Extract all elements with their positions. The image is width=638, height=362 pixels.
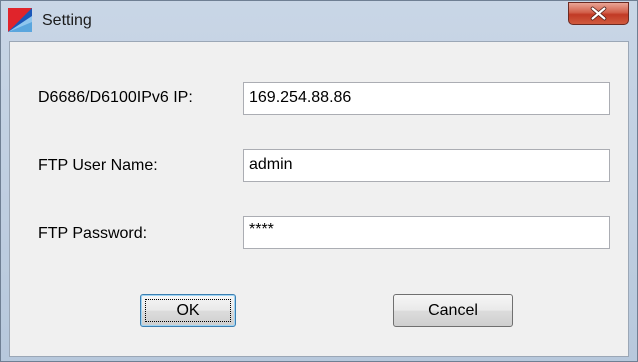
ftp-username-input[interactable]: admin	[243, 149, 610, 182]
close-icon	[590, 6, 607, 21]
cancel-button[interactable]: Cancel	[393, 294, 513, 327]
title-bar[interactable]: Setting	[1, 1, 637, 41]
ftp-password-label: FTP Password:	[38, 225, 148, 242]
window-title: Setting	[42, 12, 92, 29]
cancel-button-label: Cancel	[428, 302, 478, 319]
ip-address-label: D6686/D6100IPv6 IP:	[38, 89, 193, 106]
ip-address-input[interactable]: 169.254.88.86	[243, 82, 610, 115]
app-logo-icon	[8, 8, 32, 32]
close-button[interactable]	[568, 2, 629, 25]
ftp-password-input[interactable]: ****	[243, 216, 610, 249]
setting-dialog-window: Setting D6686/D6100IPv6 IP: 169.254.88.8…	[0, 0, 638, 362]
ftp-username-label: FTP User Name:	[38, 157, 158, 174]
focus-indicator	[145, 299, 231, 322]
ok-button[interactable]: OK	[140, 294, 236, 327]
dialog-body: D6686/D6100IPv6 IP: 169.254.88.86 FTP Us…	[9, 41, 629, 357]
